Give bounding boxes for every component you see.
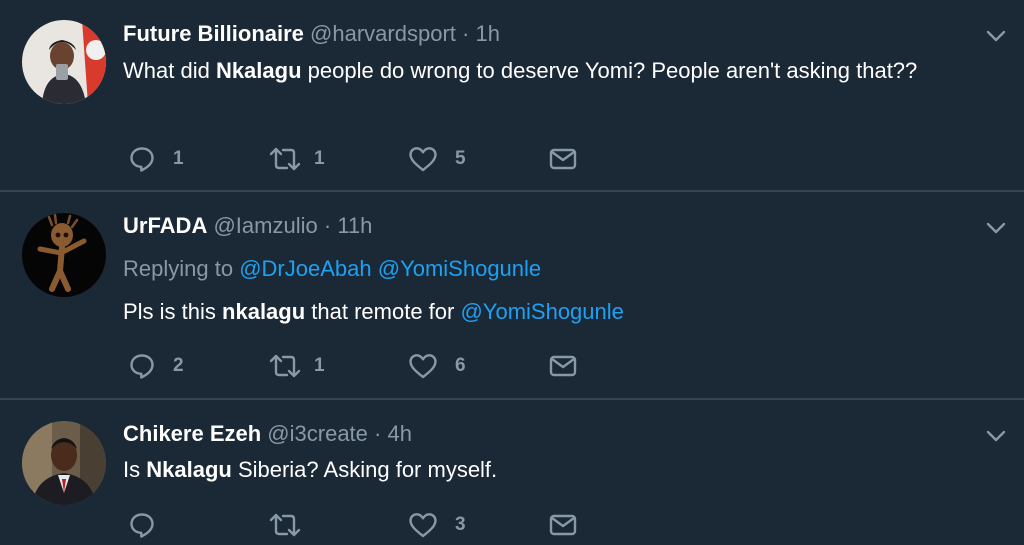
like-button[interactable]: 5 (408, 144, 466, 174)
retweet-icon (269, 147, 301, 171)
dm-icon (549, 514, 577, 536)
display-name[interactable]: UrFADA (123, 213, 207, 238)
like-icon (409, 354, 437, 379)
highlighted-keyword: Nkalagu (146, 457, 232, 482)
like-count: 6 (455, 355, 466, 376)
tweet-text: Pls is this nkalagu that remote for @Yom… (123, 299, 624, 324)
reply-icon (130, 354, 154, 379)
mention-link[interactable]: @YomiShogunle (378, 256, 541, 281)
highlighted-keyword: nkalagu (222, 299, 306, 324)
highlighted-keyword: Nkalagu (215, 58, 302, 83)
tweet-3[interactable]: Chikere Ezeh @i3create · 4h Is Nkalagu S… (0, 400, 1024, 545)
like-button[interactable]: 6 (408, 351, 466, 381)
avatar[interactable] (22, 20, 106, 104)
display-name[interactable]: Chikere Ezeh (123, 421, 261, 446)
tweet-text: What did Nkalagu people do wrong to dese… (123, 58, 918, 83)
retweet-button[interactable] (268, 510, 314, 540)
retweet-button[interactable]: 1 (268, 351, 325, 381)
like-icon (409, 147, 437, 172)
timestamp[interactable]: 1h (475, 21, 499, 46)
timestamp[interactable]: 11h (337, 213, 372, 238)
dm-icon (549, 355, 577, 377)
retweet-count: 1 (314, 148, 325, 169)
separator-dot: · (462, 21, 470, 46)
retweet-count: 1 (314, 355, 325, 376)
dm-button[interactable] (548, 510, 578, 540)
dm-button[interactable] (548, 351, 578, 381)
reply-count: 2 (173, 355, 184, 376)
tweet-actions: 3 (128, 510, 588, 540)
like-button[interactable]: 3 (408, 510, 466, 540)
reply-button[interactable] (128, 510, 173, 540)
retweet-icon (269, 513, 301, 537)
avatar[interactable] (22, 213, 106, 297)
tweet-1[interactable]: Future Billionaire @harvardsport · 1h Wh… (0, 0, 1024, 190)
tweet-actions: 1 1 5 (128, 144, 588, 174)
reply-button[interactable]: 2 (128, 351, 184, 381)
display-name[interactable]: Future Billionaire (123, 21, 304, 46)
tweet-actions: 2 1 6 (128, 351, 588, 381)
mention-link[interactable]: @YomiShogunle (460, 299, 623, 324)
tweet-header: UrFADA @Iamzulio · 11h (123, 212, 372, 240)
like-count: 5 (455, 148, 466, 169)
timestamp[interactable]: 4h (387, 421, 411, 446)
dm-button[interactable] (548, 144, 578, 174)
retweet-icon (269, 354, 301, 378)
chevron-down-icon[interactable] (984, 24, 1008, 48)
reply-count: 1 (173, 148, 184, 169)
dm-icon (549, 148, 577, 170)
tweet-text: Is Nkalagu Siberia? Asking for myself. (123, 457, 498, 482)
reply-icon (130, 147, 154, 172)
retweet-button[interactable]: 1 (268, 144, 325, 174)
user-handle[interactable]: @harvardsport (310, 21, 456, 46)
mention-link[interactable]: @DrJoeAbah (239, 256, 371, 281)
reply-icon (130, 513, 154, 538)
tweet-header: Chikere Ezeh @i3create · 4h (123, 420, 412, 448)
chevron-down-icon[interactable] (984, 424, 1008, 448)
reply-button[interactable]: 1 (128, 144, 184, 174)
like-icon (409, 513, 437, 538)
replying-to: Replying to @DrJoeAbah @YomiShogunle (123, 255, 541, 283)
user-handle[interactable]: @Iamzulio (213, 213, 317, 238)
separator-dot: · (374, 421, 382, 446)
chevron-down-icon[interactable] (984, 216, 1008, 240)
tweet-2[interactable]: UrFADA @Iamzulio · 11h Replying to @DrJo… (0, 192, 1024, 398)
user-handle[interactable]: @i3create (267, 421, 368, 446)
like-count: 3 (455, 514, 466, 535)
replying-label: Replying to (123, 256, 234, 281)
tweet-header: Future Billionaire @harvardsport · 1h (123, 20, 500, 48)
avatar[interactable] (22, 421, 106, 505)
separator-dot: · (323, 213, 332, 238)
